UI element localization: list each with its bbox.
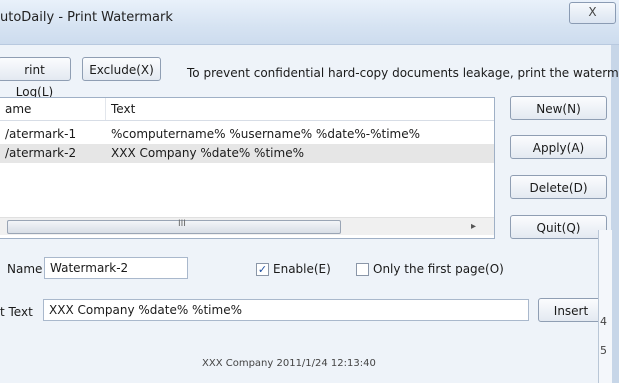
close-icon: X <box>588 5 597 19</box>
row-name: /atermark-1 <box>5 127 77 141</box>
row-name: /atermark-2 <box>5 146 77 160</box>
enable-label[interactable]: Enable(E) <box>273 262 331 276</box>
watermark-list[interactable]: ame Text /atermark-1 %computername% %use… <box>0 97 495 239</box>
list-row-2[interactable]: /atermark-2 XXX Company %date% %time% <box>0 144 494 163</box>
first-page-label[interactable]: Only the first page(O) <box>373 262 504 276</box>
print-log-button[interactable]: rint Log(L) <box>0 57 71 99</box>
scroll-thumb[interactable]: III <box>7 219 341 234</box>
column-header-text[interactable]: Text <box>111 102 135 116</box>
first-page-checkbox[interactable] <box>356 263 369 276</box>
name-input[interactable]: Watermark-2 <box>44 257 188 279</box>
row-text: %computername% %username% %date%-%time% <box>111 127 421 141</box>
quit-button[interactable]: Quit(Q) <box>510 215 607 239</box>
scroll-right-arrow-icon[interactable]: ▸ <box>471 218 476 235</box>
column-separator[interactable] <box>105 98 106 120</box>
enable-checkbox[interactable]: ✓ <box>256 263 269 276</box>
list-row-1[interactable]: /atermark-1 %computername% %username% %d… <box>0 125 494 144</box>
scroll-grip-icon: III <box>178 219 186 229</box>
exclude-button[interactable]: Exclude(X) <box>82 57 161 81</box>
delete-button[interactable]: Delete(D) <box>510 175 607 199</box>
apply-button[interactable]: Apply(A) <box>510 135 607 159</box>
row-text: XXX Company %date% %time% <box>111 146 304 160</box>
background-window <box>598 230 612 383</box>
background-number: 5 <box>600 344 607 357</box>
horizontal-scrollbar[interactable]: III ▸ <box>0 217 494 235</box>
title-bar: utoDaily - Print Watermark X <box>0 0 619 45</box>
list-header: ame Text <box>0 98 494 121</box>
hint-text: To prevent confidential hard-copy docume… <box>187 66 619 80</box>
close-button[interactable]: X <box>569 2 616 24</box>
watermark-text-input[interactable]: XXX Company %date% %time% <box>43 299 529 321</box>
new-button[interactable]: New(N) <box>510 96 607 120</box>
background-number: 4 <box>600 315 607 328</box>
window-edge <box>611 45 619 383</box>
name-label: Name <box>7 262 43 276</box>
text-label: t Text <box>0 305 33 319</box>
window-title: utoDaily - Print Watermark <box>0 10 173 25</box>
watermark-preview: XXX Company 2011/1/24 12:13:40 <box>202 358 376 369</box>
column-header-name[interactable]: ame <box>5 102 31 116</box>
insert-button[interactable]: Insert <box>538 298 604 322</box>
